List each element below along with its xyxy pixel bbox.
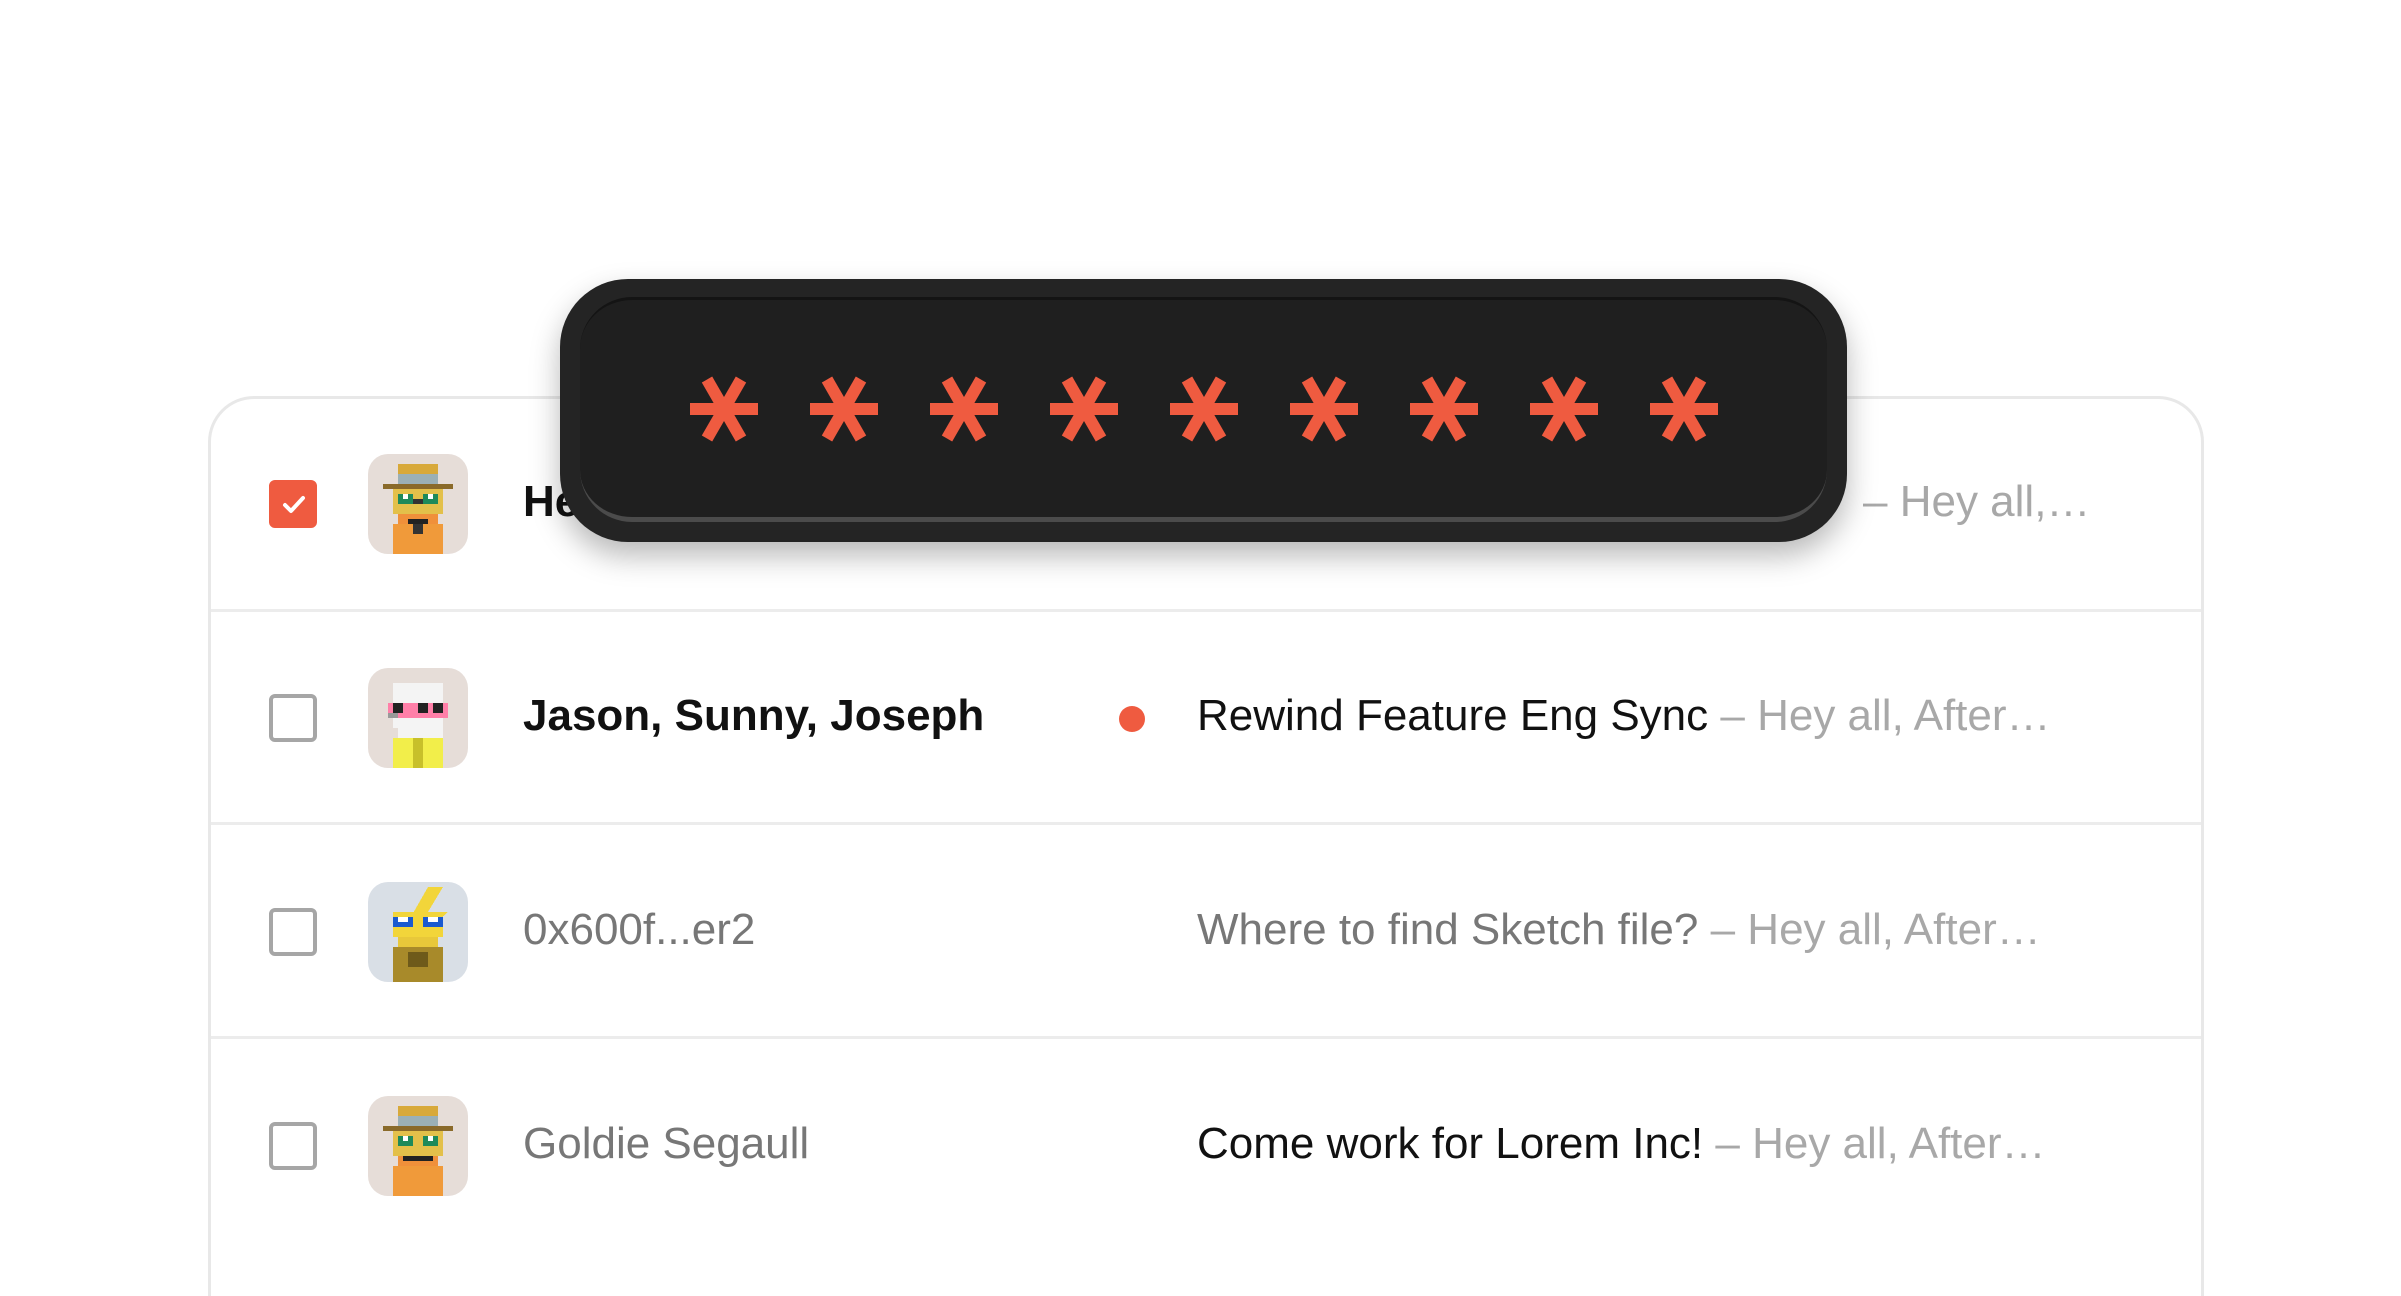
avatar [368,1096,468,1196]
avatar [368,454,468,554]
avatar [368,882,468,982]
avatar [368,668,468,768]
asterisk-icon [1049,376,1118,441]
message-subject-line: Rewind Feature Eng Sync – Hey all, After… [1197,691,2051,741]
unread-dot [1119,706,1145,732]
row-checkbox[interactable] [269,908,317,956]
message-subject: Come work for Lorem Inc! [1197,1119,1704,1168]
asterisk-icon [1409,376,1478,441]
message-row[interactable]: Jason, Sunny, Joseph Rewind Feature Eng … [211,612,2201,825]
asterisk-icon [1649,376,1718,441]
password-field[interactable] [560,279,1847,542]
message-subject: Where to find Sketch file? [1197,905,1699,954]
asterisk-icon [929,376,998,441]
message-row[interactable]: Goldie Segaull Come work for Lorem Inc! … [211,1040,2201,1253]
message-subject-line: Where to find Sketch file? – Hey all, Af… [1197,905,2041,955]
row-checkbox[interactable] [269,694,317,742]
asterisk-icon [1169,376,1238,441]
password-input[interactable] [580,297,1827,522]
message-preview: – Hey all,… [1863,477,2091,526]
row-checkbox[interactable] [269,1122,317,1170]
asterisk-icon [689,376,758,441]
sender-name: Goldie Segaull [523,1119,810,1168]
message-preview-line: – Hey all,… [1863,477,2090,527]
asterisk-icon [1529,376,1598,441]
message-subject: Rewind Feature Eng Sync [1197,691,1709,740]
asterisk-icon [809,376,878,441]
message-preview: – Hey all, After… [1715,1119,2046,1168]
message-preview: – Hey all, After… [1710,905,2041,954]
masked-password [580,300,1827,517]
asterisk-icon [1289,376,1358,441]
message-subject-line: Come work for Lorem Inc! – Hey all, Afte… [1197,1119,2046,1169]
message-row[interactable]: 0x600f...er2 Where to find Sketch file? … [211,826,2201,1039]
sender-name: 0x600f...er2 [523,905,756,954]
row-checkbox[interactable] [269,480,317,528]
check-icon [283,496,305,513]
message-preview: – Hey all, After… [1720,691,2051,740]
sender-name: Jason, Sunny, Joseph [523,691,985,740]
